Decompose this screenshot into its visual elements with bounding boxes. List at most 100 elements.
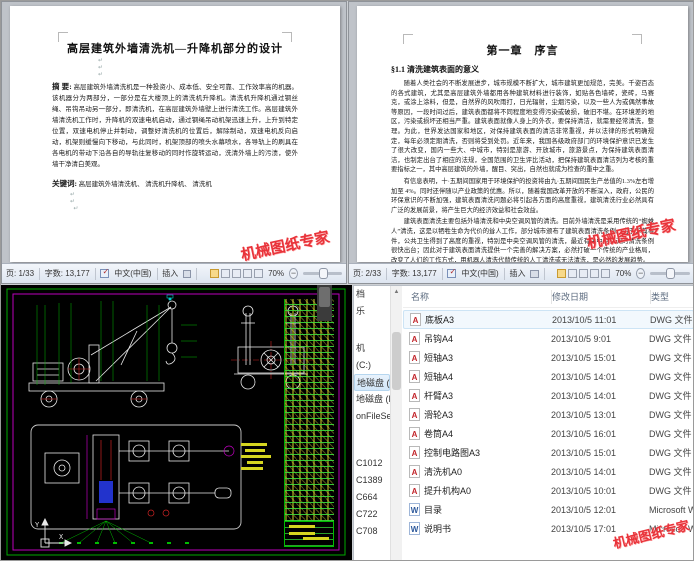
dwg-file-icon: A — [409, 370, 420, 383]
fullscreen-view-button[interactable] — [221, 269, 231, 278]
file-row[interactable]: A 吊钩A4 2013/10/5 9:01 DWG 文件 — [403, 329, 693, 348]
sidebar-item-drive-c[interactable]: (C:) — [354, 357, 390, 374]
sidebar-item-c1012[interactable]: C1012 — [354, 455, 390, 472]
thesis-title: 高层建筑外墙清洗机—升降机部分的设计 — [67, 43, 283, 55]
document-page-2: 第一章 序言 §1.1 清洗建筑表面的意义 随着人类社会的不断发展进步，城市规模… — [357, 6, 688, 262]
column-header-name[interactable]: 名称 — [403, 290, 551, 303]
word-count[interactable]: 字数: 13,177 — [392, 268, 437, 279]
abstract-paragraph: 摘 要: 高层建筑外墙清洗机是一种投资小、成本低、安全可靠、工作效率高的机器。该… — [10, 81, 340, 170]
zoom-slider[interactable] — [650, 268, 691, 279]
paragraph-marks: ↵ ↵ ↵ — [98, 58, 104, 78]
zoom-slider-thumb[interactable] — [318, 268, 328, 279]
word-window-chapter1: 第一章 序言 §1.1 清洗建筑表面的意义 随着人类社会的不断发展进步，城市规模… — [348, 1, 693, 284]
margin-mark-tr — [632, 34, 642, 44]
cad-scrollbar[interactable] — [317, 285, 332, 321]
sidebar-item-c1389[interactable]: C1389 — [354, 472, 390, 489]
file-explorer-window: 档 乐 机 (C:) 地磁盘 (D:) 地磁盘 (E:) onFileServe… — [353, 285, 693, 560]
macro-record-icon[interactable] — [530, 269, 539, 278]
zoom-slider-thumb[interactable] — [666, 268, 676, 279]
sidebar-item-computer[interactable]: 机 — [354, 340, 390, 357]
sidebar-item-fileserver[interactable]: onFileServer — [354, 408, 390, 425]
insert-mode[interactable]: 插入 — [509, 268, 525, 279]
file-row[interactable]: W 目录 2013/10/5 12:01 Microsoft W — [403, 500, 693, 519]
file-row[interactable]: A 滑轮A3 2013/10/5 13:01 DWG 文件 — [403, 405, 693, 424]
sidebar-item-c708[interactable]: C708 — [354, 523, 390, 540]
outline-view-button[interactable] — [590, 269, 600, 278]
margin-mark-tr — [282, 32, 292, 42]
file-row[interactable]: A 短轴A3 2013/10/5 15:01 DWG 文件 — [403, 348, 693, 367]
sidebar-item-music[interactable]: 乐 — [354, 303, 390, 320]
sidebar-item-documents[interactable]: 档 — [354, 286, 390, 303]
word-statusbar: 页: 2/33 字数: 13,177 中文(中国) 插入 70% − — [349, 263, 693, 283]
chapter-title: 第一章 序言 — [486, 45, 559, 57]
sidebar-item-c722[interactable]: C722 — [354, 506, 390, 523]
column-headers: 名称 修改日期 类型 — [403, 286, 693, 308]
word-file-icon: W — [409, 503, 420, 516]
column-header-type[interactable]: 类型 — [651, 290, 693, 303]
keywords-label: 关键词: — [52, 179, 77, 188]
file-row[interactable]: A 控制电路图A3 2013/10/5 15:01 DWG 文件 — [403, 443, 693, 462]
insert-mode[interactable]: 插入 — [162, 268, 178, 279]
document-page-1: 高层建筑外墙清洗机—升降机部分的设计 ↵ ↵ ↵ 摘 要: 高层建筑外墙清洗机是一种… — [10, 6, 340, 262]
abstract-text: 高层建筑外墙清洗机是一种投资小、成本低、安全可靠、工作效率高的机器。该机器分为两… — [52, 84, 299, 168]
margin-mark-tl — [403, 34, 413, 44]
file-list: 名称 修改日期 类型 A 底板A3 2013/10/5 11:01 DWG 文件 A… — [403, 286, 693, 560]
print-layout-view-button[interactable] — [557, 269, 567, 278]
dwg-file-icon: A — [409, 427, 420, 440]
word-count[interactable]: 字数: 13,177 — [45, 268, 90, 279]
navigation-pane: 档 乐 机 (C:) 地磁盘 (D:) 地磁盘 (E:) onFileServe… — [354, 286, 390, 560]
file-row[interactable]: A 底板A3 2013/10/5 11:01 DWG 文件 — [403, 310, 693, 329]
word-window-abstract: 高层建筑外墙清洗机—升降机部分的设计 ↵ ↵ ↵ 摘 要: 高层建筑外墙清洗机是一种… — [1, 1, 347, 284]
fullscreen-view-button[interactable] — [568, 269, 578, 278]
zoom-slider[interactable] — [302, 268, 342, 279]
paragraph-marks: ↵ ↵ ↵ — [70, 192, 79, 212]
page-indicator[interactable]: 页: 2/33 — [353, 268, 381, 279]
zoom-level[interactable]: 70% — [268, 269, 284, 278]
macro-record-icon[interactable] — [183, 269, 192, 278]
dwg-file-icon: A — [409, 465, 420, 478]
margin-mark-tl — [58, 32, 68, 42]
spellcheck-icon[interactable] — [447, 267, 457, 278]
language-indicator[interactable]: 中文(中国) — [114, 268, 151, 279]
file-row[interactable]: A 卷筒A4 2013/10/5 16:01 DWG 文件 — [403, 424, 693, 443]
column-header-date[interactable]: 修改日期 — [552, 290, 650, 303]
scroll-up-icon[interactable]: ▲ — [391, 286, 402, 298]
web-layout-view-button[interactable] — [579, 269, 589, 278]
draft-view-button[interactable] — [601, 269, 611, 278]
dwg-file-icon: A — [409, 332, 420, 345]
file-row[interactable]: A 短轴A4 2013/10/5 14:01 DWG 文件 — [403, 367, 693, 386]
print-layout-view-button[interactable] — [210, 269, 220, 278]
draft-view-button[interactable] — [254, 269, 264, 278]
dwg-file-icon: A — [409, 389, 420, 402]
web-layout-view-button[interactable] — [232, 269, 242, 278]
title-block — [284, 521, 334, 547]
dwg-file-icon: A — [410, 313, 421, 326]
zoom-out-button[interactable]: − — [289, 268, 298, 279]
zoom-level[interactable]: 70% — [615, 269, 631, 278]
file-row[interactable]: A 清洗机A0 2013/10/5 14:01 DWG 文件 — [403, 462, 693, 481]
autocad-viewport: Y X — [1, 285, 352, 560]
file-row[interactable]: A 杆臂A3 2013/10/5 14:01 DWG 文件 — [403, 386, 693, 405]
page-indicator[interactable]: 页: 1/33 — [6, 268, 34, 279]
outline-view-button[interactable] — [243, 269, 253, 278]
body-paragraph-1: 随着人类社会的不断发展进步，城市规模不断扩大，城市建筑更加规范，完美。千姿百态的… — [391, 80, 654, 174]
sidebar-item-c664[interactable]: C664 — [354, 489, 390, 506]
word-file-icon: W — [409, 522, 420, 535]
dwg-file-icon: A — [409, 408, 420, 421]
zoom-out-button[interactable]: − — [636, 268, 646, 279]
view-mode-buttons — [210, 269, 264, 278]
sidebar-scrollbar[interactable]: ▲ — [390, 286, 402, 560]
keywords-line: 关键词: 高层建筑外墙清洗机、 清洗机升降机、 清洗机 — [10, 178, 340, 190]
spellcheck-icon[interactable] — [100, 267, 110, 278]
cad-scrollbar-thumb[interactable] — [319, 287, 330, 307]
sidebar-item-drive-d[interactable]: 地磁盘 (D:) — [354, 374, 390, 391]
abstract-label: 摘 要: — [52, 82, 72, 91]
word-statusbar: 页: 1/33 字数: 13,177 中文(中国) 插入 70% − — [2, 263, 346, 283]
sidebar-item-drive-e[interactable]: 地磁盘 (E:) — [354, 391, 390, 408]
sidebar-scrollbar-thumb[interactable] — [392, 332, 401, 390]
composite-screenshot: 高层建筑外墙清洗机—升降机部分的设计 ↵ ↵ ↵ 摘 要: 高层建筑外墙清洗机是一种… — [0, 0, 694, 561]
file-row[interactable]: A 提升机构A0 2013/10/5 10:01 DWG 文件 — [403, 481, 693, 500]
view-mode-buttons — [557, 269, 611, 278]
language-indicator[interactable]: 中文(中国) — [461, 268, 498, 279]
file-rows: A 底板A3 2013/10/5 11:01 DWG 文件 A 吊钩A4 2013/1… — [403, 310, 693, 538]
